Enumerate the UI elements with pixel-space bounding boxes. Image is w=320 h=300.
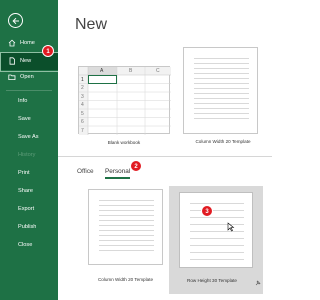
- pin-icon[interactable]: [255, 280, 261, 286]
- row-height-template-thumbnail: [179, 192, 253, 268]
- nav-save-as-label: Save As: [18, 134, 39, 140]
- nav-save[interactable]: Save: [0, 110, 58, 128]
- nav-close-label: Close: [18, 242, 33, 248]
- nav-share-label: Share: [18, 188, 33, 194]
- nav-close[interactable]: Close: [0, 236, 58, 254]
- nav-save-as[interactable]: Save As: [0, 128, 58, 146]
- nav-info-label: Info: [18, 98, 28, 104]
- nav-history-label: History: [18, 152, 36, 158]
- personal-column-width-template-caption: Column Width 20 Template: [97, 277, 154, 282]
- row-height-template-card[interactable]: Row Height 30 Template: [169, 186, 263, 294]
- row-header-5: 5: [81, 110, 84, 117]
- nav-publish-label: Publish: [18, 224, 37, 230]
- spreadsheet-grid: [79, 67, 171, 135]
- nav-new-label: New: [20, 58, 32, 64]
- column-header-a: A: [100, 68, 104, 74]
- personal-column-width-template-card[interactable]: Column Width 20 Template: [78, 189, 173, 289]
- nav-open[interactable]: Open: [0, 68, 58, 86]
- nav-open-label: Open: [20, 74, 34, 80]
- section-divider: [58, 156, 272, 157]
- sidebar-divider: [6, 90, 52, 91]
- blank-workbook-card[interactable]: A B C 1 2 3 4 5 6 7 Blank workbook: [78, 66, 171, 150]
- nav-info[interactable]: Info: [0, 92, 58, 110]
- row-header-1: 1: [81, 76, 84, 83]
- row-header-6: 6: [81, 119, 84, 125]
- blank-workbook-thumbnail: A B C 1 2 3 4 5 6 7: [78, 66, 171, 135]
- row-header-4: 4: [81, 102, 84, 108]
- new-pane: New A B C 1 2 3 4 5 6 7 Blank workbook C…: [58, 0, 272, 300]
- page-title: New: [75, 16, 108, 33]
- folder-open-icon: [8, 73, 16, 81]
- row-header-2: 2: [81, 85, 84, 91]
- nav-history: History: [0, 146, 58, 164]
- column-header-c: C: [156, 68, 160, 74]
- mouse-cursor-icon: [227, 222, 235, 232]
- personal-column-width-template-thumbnail: [88, 189, 163, 265]
- tab-office[interactable]: Office: [77, 168, 94, 175]
- tab-personal-underline: [105, 177, 130, 179]
- column-header-b: B: [129, 68, 133, 74]
- nav-save-label: Save: [18, 116, 31, 122]
- blank-workbook-caption: Blank workbook: [107, 140, 141, 145]
- new-document-icon: [8, 57, 16, 65]
- row-header-7: 7: [81, 127, 84, 134]
- step-badge-3: 3: [201, 205, 213, 217]
- nav-home-label: Home: [20, 40, 35, 46]
- nav-publish[interactable]: Publish: [0, 218, 58, 236]
- home-icon: [8, 39, 16, 47]
- row-height-template-caption: Row Height 30 Template: [187, 278, 237, 283]
- step-badge-1: 1: [42, 45, 54, 57]
- nav-print[interactable]: Print: [0, 164, 58, 182]
- nav-share[interactable]: Share: [0, 182, 58, 200]
- column-width-template-card[interactable]: Column Width 20 Template: [178, 47, 268, 152]
- back-arrow-icon: [12, 17, 19, 25]
- column-width-template-caption: Column Width 20 Template: [195, 139, 251, 144]
- row-header-3: 3: [81, 93, 84, 100]
- backstage-sidebar: Home New 1 Open Info Save Save As Histor…: [0, 0, 60, 300]
- column-width-template-thumbnail: [183, 47, 258, 134]
- nav-export[interactable]: Export: [0, 200, 58, 218]
- tab-personal[interactable]: Personal: [105, 168, 130, 175]
- nav-export-label: Export: [18, 206, 35, 212]
- step-badge-2: 2: [130, 160, 142, 172]
- back-button[interactable]: [8, 13, 23, 28]
- nav-print-label: Print: [18, 170, 30, 176]
